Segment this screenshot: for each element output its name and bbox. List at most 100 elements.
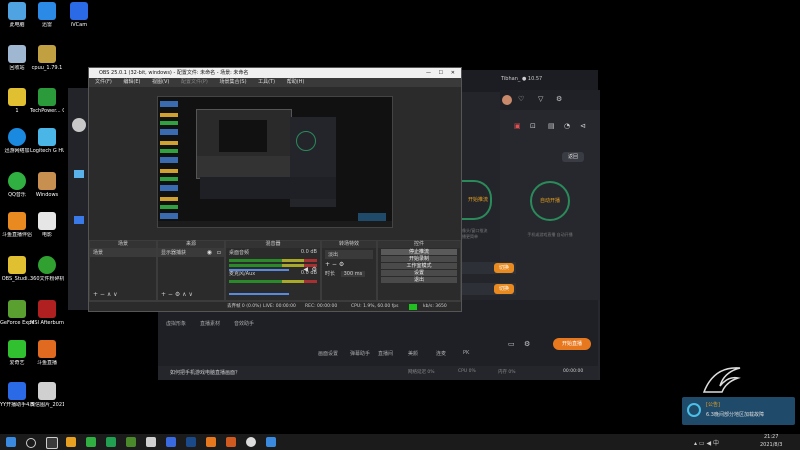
desktop-icon-cpuu[interactable]: cpuu_1.79.1 [30,45,64,71]
desktop-icon-xunlei[interactable]: 迅雷 [30,2,64,28]
desktop-icon-folder-1[interactable]: 1 [0,88,34,114]
avatar[interactable] [72,118,86,132]
bottom-item-5[interactable]: 连麦 [436,350,446,357]
steam-icon[interactable] [186,437,196,447]
studio-mode-button[interactable]: 工作室模式 [381,263,457,269]
desktop-icon-logitech[interactable]: Logitech G HUB [30,128,64,154]
switch-button-2[interactable]: 切换 [494,284,514,294]
source-item[interactable]: 显示器捕获 [158,248,224,257]
lock-icon[interactable]: ⊡ [530,122,536,130]
speaker-icon[interactable]: ◀ [303,266,308,273]
transition-add-remove-icons[interactable]: + − ⚙ [325,261,344,268]
desktop-icon-iqiyi[interactable]: 爱奇艺 [0,340,34,366]
mixer-gear-icon[interactable]: ⚙ [312,266,317,273]
bottom-item-2[interactable]: 弹幕助手 [350,350,370,357]
taskbar-app6-icon[interactable] [266,437,276,447]
mic-volume-slider[interactable] [229,293,289,295]
settings-button[interactable]: 设置 [381,270,457,276]
stop-streaming-button[interactable]: 停止推流 [381,249,457,255]
desktop-icon-qq-music[interactable]: QQ音乐 [0,172,34,198]
taskbar-app5-icon[interactable] [226,437,236,447]
clock-date[interactable]: 2021/8/3 [760,442,782,448]
notification-body: 6.3晚间部分地区加载故障 [706,412,764,418]
notice-text[interactable]: 如何把手机游戏电脑直播画面？ [170,369,240,376]
taskbar-app4-icon[interactable] [166,437,176,447]
tray-icons[interactable]: ▴ ▭ ◀ 中 [694,438,719,447]
bottom-item-6[interactable]: PK [463,350,469,356]
shirt-icon[interactable]: ♡ [518,95,524,103]
scene-add-remove-icons[interactable]: + − ∧ ∨ [93,291,118,298]
start-icon[interactable] [6,437,16,447]
notification-toast[interactable]: [公告] 6.3晚间部分地区加载故障 [682,397,795,425]
exit-button[interactable]: 退出 [381,277,457,283]
close-icon[interactable]: ✕ [451,68,455,78]
bottom-item-3[interactable]: 直播间 [378,350,393,357]
bottom-left-3[interactable]: 音效助手 [234,320,254,327]
source-controls-icons[interactable]: + − ⚙ ∧ ∨ [161,291,193,298]
clock-time[interactable]: 21:27 [764,434,778,440]
menu-profile[interactable]: 配置文件(P) [181,79,208,85]
desktop-icon-wechat-image[interactable]: 微信图片_2021080... [30,382,64,408]
eye-icon[interactable]: ◉ [207,249,212,256]
controls-title: 控件 [378,241,460,248]
scene-item[interactable]: 场景 [90,248,156,257]
gear-icon[interactable]: ⚙ [524,340,530,348]
push-stream-mode[interactable]: 开始推流 [458,180,492,220]
desktop-icon-obs-folder[interactable]: OBS_Studi... [0,256,34,282]
obs-preview[interactable] [157,96,393,228]
desktop-icon-douyu[interactable]: 斗鱼直播 [30,340,64,366]
menu-scene-collection[interactable]: 场景集合(S) [219,79,246,85]
desktop-icon-ivcam[interactable]: iVCam [62,2,96,28]
taskbar-app2-icon[interactable] [126,437,136,447]
bottom-left-2[interactable]: 直播素材 [200,320,220,327]
camera-icon[interactable]: ▭ [508,340,515,348]
menu-edit[interactable]: 编辑(E) [123,79,140,85]
filter-icon[interactable]: ▽ [538,95,543,103]
user-avatar[interactable] [502,95,512,105]
menu-view[interactable]: 视图(V) [152,79,169,85]
desktop-icon-gpuz[interactable]: TechPower... GPU-Z [30,88,64,114]
start-recording-button[interactable]: 开始录制 [381,256,457,262]
lock-icon[interactable]: ▫ [217,249,221,256]
search-icon[interactable] [26,438,36,448]
menu-tools[interactable]: 工具(T) [258,79,275,85]
menu-help[interactable]: 帮助(H) [287,79,305,85]
duration-input[interactable]: 300 ms [340,271,366,277]
desktop-icon-xunyou[interactable]: 迅游网络加 [0,128,34,154]
wechat-icon[interactable] [86,437,96,447]
task-view-icon[interactable] [46,437,58,449]
clipboard-icon[interactable]: ▤ [548,122,555,130]
switch-button-1[interactable]: 切换 [494,263,514,273]
desktop-icon-geforce[interactable]: GeForce Experience [0,300,34,326]
obs-title-bar[interactable]: OBS 25.0.1 (32-bit, windows) - 配置文件: 未命名… [89,68,461,78]
desktop-icon-douyu-helper[interactable]: 斗鱼直播伴侣 [0,212,34,238]
bell-icon[interactable]: ◔ [564,122,570,130]
desktop-icon-yy[interactable]: YY开播助手4.5 [0,382,34,408]
file-explorer-icon[interactable] [66,437,76,447]
taskbar-app3-icon[interactable] [146,437,156,447]
bottom-item-4[interactable]: 美颜 [408,350,418,357]
taskbar-app-icon[interactable] [106,437,116,447]
play-icon[interactable] [74,216,84,224]
desktop-icon-this-pc[interactable]: 此电脑 [0,2,34,28]
desktop-icon-msi[interactable]: MSI Afterburner [30,300,64,326]
maximize-icon[interactable]: ☐ [439,68,443,78]
settings-icon[interactable]: ⚙ [556,95,562,103]
obs-taskbar-icon[interactable] [246,437,256,447]
desktop-icon-windows[interactable]: Windows [30,172,64,198]
menu-file[interactable]: 文件(F) [95,79,112,85]
bottom-left-1[interactable]: 虚拟形象 [166,320,186,327]
minimize-icon[interactable]: — [426,68,431,78]
desktop-icon-recycle-bin[interactable]: 回收站 [0,45,34,71]
desktop-volume-slider[interactable] [229,269,289,271]
desktop-icon-movie[interactable]: 电影 [30,212,64,238]
auto-live-mode[interactable]: 自动开播 [530,181,570,221]
gift-icon[interactable]: ▣ [514,122,521,130]
douyu-taskbar-icon[interactable] [206,437,216,447]
share-icon[interactable]: ⊲ [580,122,586,130]
transition-select[interactable]: 淡出 [325,250,373,259]
back-button[interactable]: 返回 [562,152,584,162]
desktop-icon-360[interactable]: 360文件粉碎机 6 [30,256,64,282]
start-live-button[interactable]: 开始直播 [553,338,591,350]
bottom-item-1[interactable]: 画面设置 [318,350,338,357]
